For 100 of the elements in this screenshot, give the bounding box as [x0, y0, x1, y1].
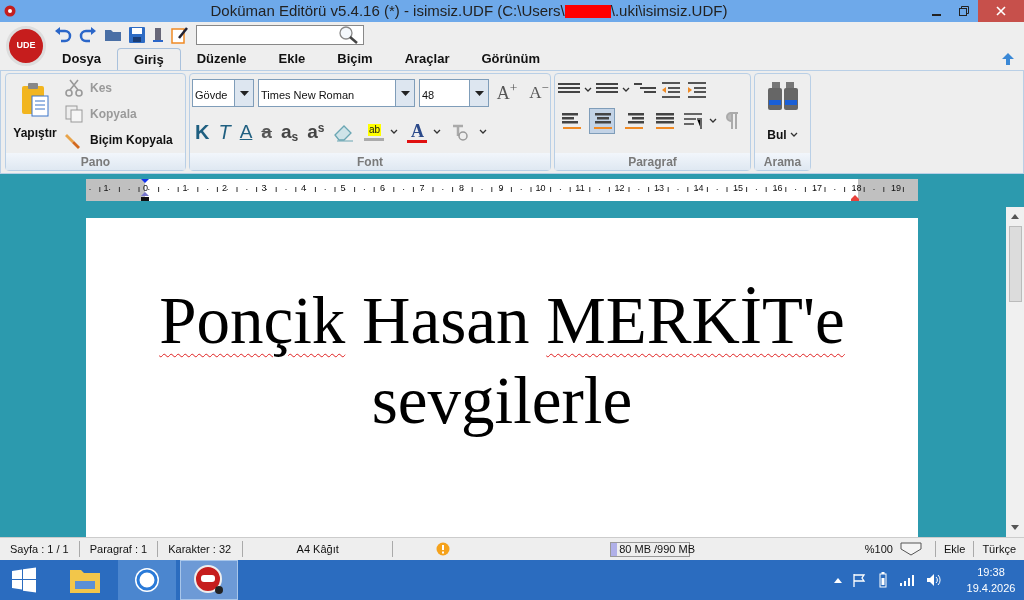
ruler-number: 18: [851, 182, 862, 194]
clock-time: 19:38: [977, 564, 1005, 580]
clock-date: 19.4.2026: [966, 581, 1016, 596]
paper-size: A4 Kâğıt: [243, 540, 394, 558]
ruler-number: 7: [419, 182, 425, 194]
group-label: Pano: [6, 153, 185, 170]
insert-mode-button[interactable]: Ekle: [934, 540, 974, 558]
vertical-scrollbar[interactable]: [1006, 207, 1024, 537]
italic-button[interactable]: T: [218, 117, 231, 147]
align-button[interactable]: [589, 108, 615, 134]
page-count: Sayfa : 1 / 1: [0, 540, 80, 558]
increase-indent-icon: [686, 80, 708, 100]
ruler-number: 16: [772, 182, 783, 194]
folder-icon: [104, 27, 122, 43]
ruler-number: 0: [143, 182, 148, 194]
clipboard-action[interactable]: Biçim Kopyala: [64, 130, 173, 150]
ruler-number: 15: [733, 182, 743, 194]
group-label: Paragraf: [555, 153, 750, 170]
edit-note-icon: [171, 26, 189, 44]
window-title: Doküman Editörü v5.4.16 (*) - isimsiz.UDF (C:\Users\: [210, 0, 565, 21]
subscript-button[interactable]: a$_{s}$: [280, 117, 299, 147]
find-button[interactable]: Bul: [755, 74, 810, 153]
ribbon-tab[interactable]: Dosya: [46, 48, 118, 70]
search-icon: [337, 26, 359, 44]
flag-icon: [852, 573, 866, 587]
bold-button[interactable]: K: [195, 117, 210, 147]
font-size-dropdown[interactable]: 48: [419, 79, 489, 107]
ribbon-tab[interactable]: Biçim: [321, 48, 389, 70]
align-left-icon: [561, 111, 583, 131]
close-icon: [996, 6, 1006, 16]
caret-down-icon: [400, 90, 410, 96]
indent-marker-icon: [141, 179, 149, 201]
scissors-icon: [64, 78, 84, 98]
line-spacing-icon: [682, 111, 704, 131]
battery-icon: [876, 572, 890, 588]
ruler-number: 17: [812, 182, 822, 194]
style-dropdown[interactable]: Gövde: [192, 79, 254, 107]
scrollbar-thumb[interactable]: [1008, 226, 1022, 302]
underline-button[interactable]: A: [239, 117, 253, 147]
font-color-button[interactable]: A: [407, 121, 442, 143]
highlight-button[interactable]: ab: [364, 123, 399, 141]
caret-down-icon: [474, 90, 484, 96]
caret-icon: [789, 132, 798, 138]
caret-icon: [390, 129, 399, 135]
ruler-number: 10: [535, 182, 546, 194]
caret-down-icon: [239, 90, 249, 96]
language-button[interactable]: Türkçe: [973, 540, 1024, 558]
ruler-number: 8: [459, 182, 464, 194]
strikethrough-button[interactable]: a: [261, 117, 272, 147]
paste-button[interactable]: Yapıştır: [6, 74, 64, 153]
app-logo-button[interactable]: UDE: [6, 26, 46, 66]
grow-font-button[interactable]: A$^{+}$: [493, 79, 521, 107]
text-effects-icon: [450, 122, 471, 142]
quick-search-field[interactable]: [196, 25, 364, 45]
shrink-font-button[interactable]: A$^{−}$: [525, 80, 553, 106]
warning-icon: [436, 542, 451, 556]
ruler-number: 13: [654, 182, 664, 194]
ribbon-tab[interactable]: Araçlar: [388, 48, 466, 70]
app-icon: [4, 5, 16, 17]
taskbar-app[interactable]: [180, 560, 238, 600]
align-right-icon: [623, 111, 645, 131]
arrow-up-icon: [1001, 52, 1015, 66]
binoculars-icon: [765, 80, 800, 112]
copy-icon: [64, 104, 84, 124]
group-label: Font: [190, 153, 550, 170]
ribbon-tab[interactable]: Düzenle: [180, 48, 263, 70]
arrow-up-icon: [1011, 213, 1019, 219]
group-label: Arama: [755, 153, 810, 170]
superscript-button[interactable]: a$^{s}$: [307, 117, 325, 147]
align-center-icon: [592, 111, 614, 131]
document-word: Ponçik: [159, 283, 346, 357]
ruler-number: 3: [261, 182, 267, 194]
character-count: Karakter : 32: [158, 540, 244, 558]
signal-icon: [900, 574, 916, 586]
restore-icon: [959, 6, 969, 16]
windows-logo-icon: [11, 567, 37, 593]
align-justify-icon: [654, 111, 676, 131]
document-word: sevgilerle: [371, 363, 633, 437]
font-family-dropdown[interactable]: Times New Roman: [258, 79, 415, 107]
caret-icon: [622, 87, 630, 93]
document-word: MERKİT'e: [546, 283, 845, 357]
redo-icon: [79, 27, 97, 43]
ruler-number: 11: [575, 182, 585, 194]
caret-icon: [479, 129, 488, 135]
ribbon-tab[interactable]: Ekle: [262, 48, 322, 70]
caret-up-icon: [834, 577, 842, 583]
ruler-number: 19: [891, 182, 901, 194]
ribbon-tab[interactable]: Giriş: [117, 48, 181, 70]
redaction-bar: [564, 4, 611, 18]
ruler-number: 12: [614, 182, 625, 194]
app-logo-icon: [193, 564, 225, 596]
caret-icon: [709, 118, 717, 124]
document-word: Hasan: [362, 283, 530, 357]
caret-icon: [433, 129, 442, 135]
paragraph-count: Paragraf : 1: [79, 540, 159, 558]
ribbon-tab[interactable]: Görünüm: [465, 48, 556, 70]
ruler-number: 14: [693, 182, 704, 194]
browser-icon: [133, 566, 161, 594]
ruler-number: 5: [340, 182, 346, 194]
decrease-indent-icon: [660, 80, 682, 100]
